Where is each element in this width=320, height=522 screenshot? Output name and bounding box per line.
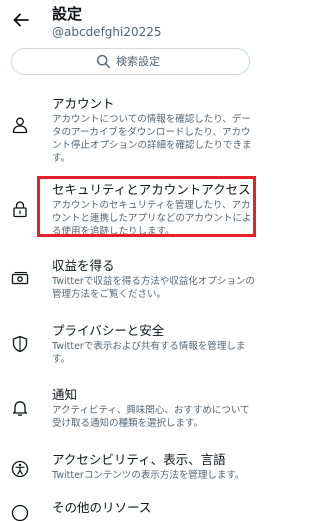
settings-item-monetization[interactable]: 収益を得る Twitterで収益を得る方法や収益化オプションの管理方法をご覧くだ…: [0, 258, 261, 302]
search-settings-input[interactable]: 検索設定: [11, 48, 250, 75]
search-icon: [96, 54, 111, 69]
settings-item-description: アカウントについての情報を確認したり、データのアーカイブをダウンロードしたり、ア…: [52, 114, 252, 164]
settings-item-description: Twitterコンテンツの表示方法を管理します。: [52, 470, 245, 481]
lock-icon: [11, 200, 29, 218]
accessibility-icon: [11, 460, 29, 478]
settings-item-account[interactable]: アカウント アカウントについての情報を確認したり、データのアーカイブをダウンロー…: [0, 96, 261, 164]
bell-icon: [11, 399, 29, 417]
more-icon: [11, 504, 29, 522]
settings-item-title: アクセシビリティ、表示、言語: [52, 452, 226, 467]
settings-item-title: 収益を得る: [52, 258, 115, 273]
settings-item-title: その他のリソース: [52, 500, 152, 515]
settings-item-privacy[interactable]: プライバシーと安全 Twitterで表示および共有する情報を管理します。: [0, 323, 261, 367]
settings-item-more-resources[interactable]: その他のリソース: [0, 500, 261, 522]
settings-item-description: Twitterで表示および共有する情報を管理します。: [52, 341, 246, 365]
settings-item-title: アカウント: [52, 96, 115, 111]
back-arrow-icon[interactable]: [11, 10, 31, 30]
settings-item-notifications[interactable]: 通知 アクティビティ、興味関心、おすすめについて受け取る通知の種類を選択します。: [0, 387, 261, 431]
page-title: 設定: [52, 5, 83, 23]
username: @abcdefghi20225: [52, 25, 162, 39]
settings-item-description: アクティビティ、興味関心、おすすめについて受け取る通知の種類を選択します。: [52, 405, 250, 429]
settings-item-description: Twitterで収益を得る方法や収益化オプションの管理方法をご覧ください。: [52, 276, 255, 300]
highlight-box: [37, 176, 256, 237]
person-icon: [11, 116, 29, 134]
shield-icon: [11, 335, 29, 353]
settings-item-title: 通知: [52, 387, 78, 402]
header: 設定 @abcdefghi20225: [0, 0, 261, 44]
settings-item-accessibility[interactable]: アクセシビリティ、表示、言語 Twitterコンテンツの表示方法を管理します。: [0, 452, 261, 486]
settings-item-title: プライバシーと安全: [52, 323, 165, 338]
money-icon: [11, 270, 29, 288]
search-placeholder: 検索設定: [116, 55, 160, 68]
